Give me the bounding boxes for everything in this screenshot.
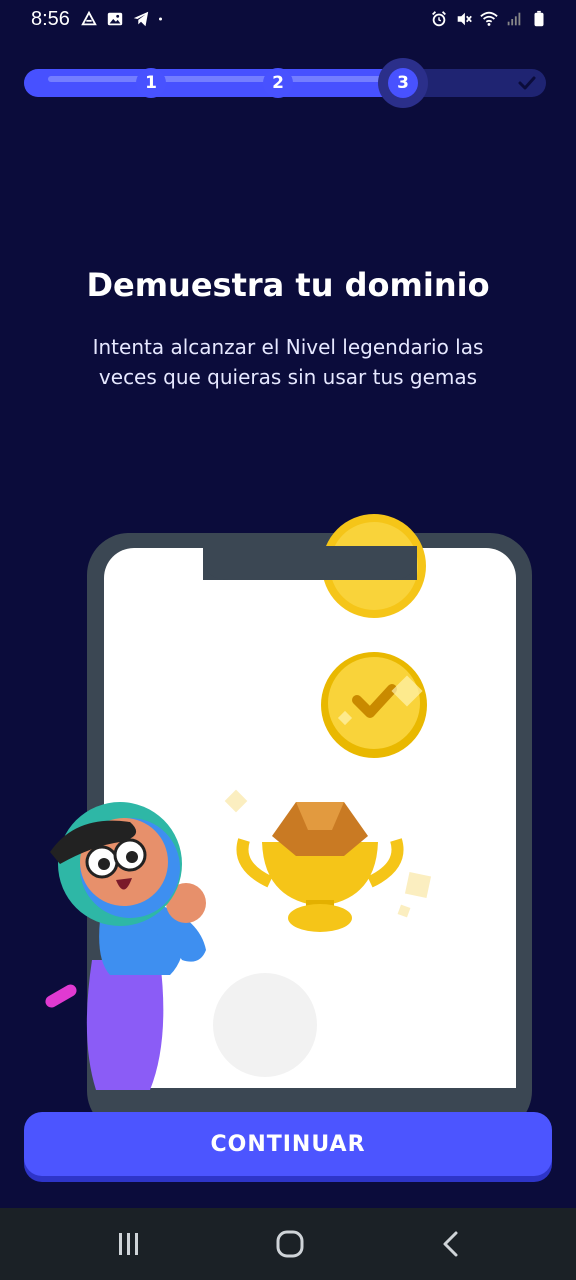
telegram-icon	[133, 11, 149, 27]
mute-icon	[457, 12, 472, 26]
step-2: 2	[263, 68, 293, 98]
phone-notch	[203, 546, 417, 580]
continue-button[interactable]: CONTINUAR	[24, 1112, 552, 1176]
drive-icon	[81, 10, 97, 26]
check-icon	[512, 68, 542, 98]
dot-icon	[159, 17, 162, 21]
gallery-icon	[107, 12, 123, 26]
page-title: Demuestra tu dominio	[86, 266, 490, 304]
page-subtitle: Intenta alcanzar el Nivel legendario las…	[92, 335, 484, 389]
recent-apps-icon[interactable]	[99, 1224, 159, 1264]
battery-icon	[534, 10, 544, 27]
progress-highlight	[48, 76, 388, 82]
home-icon[interactable]	[260, 1224, 320, 1264]
progress-stepper: 1 2 3	[24, 58, 546, 108]
navigation-bar	[0, 1208, 576, 1280]
step-3: 3	[388, 68, 418, 98]
step-1: 1	[136, 68, 166, 98]
phone-screen	[104, 548, 516, 1088]
alarm-icon	[432, 11, 446, 27]
back-icon[interactable]	[421, 1224, 481, 1264]
status-time: 8:56	[31, 8, 70, 30]
status-bar: 8:56	[0, 0, 576, 42]
signal-icon	[507, 12, 521, 26]
progress-fill	[24, 69, 416, 97]
wifi-icon	[480, 11, 498, 26]
